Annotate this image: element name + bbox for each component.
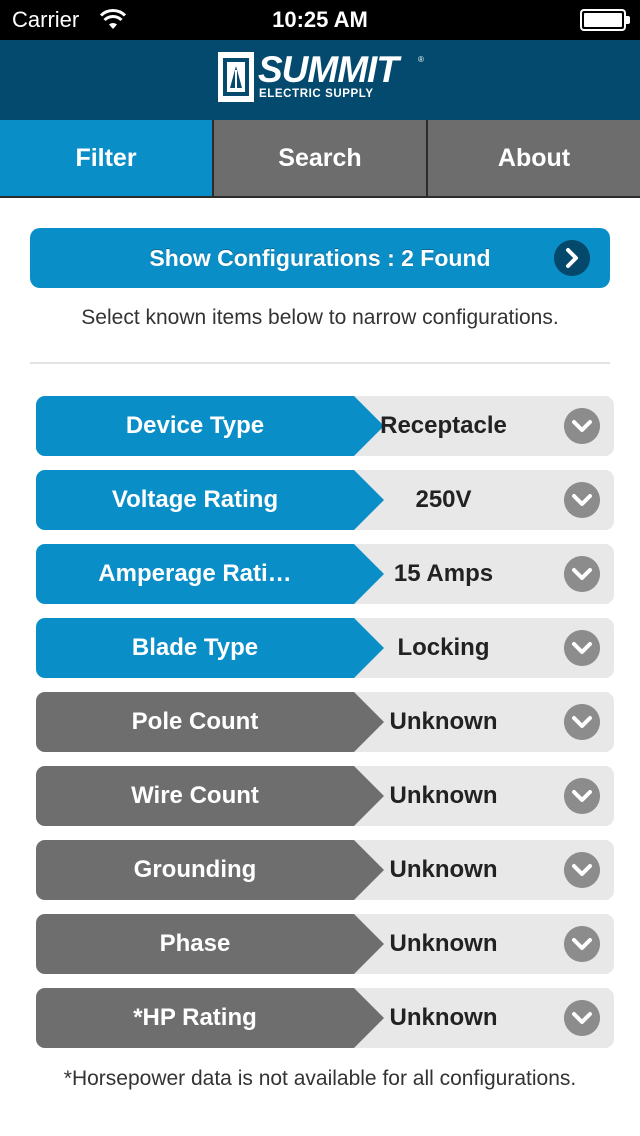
logo-name: SUMMIT	[258, 49, 399, 90]
summit-logo: SUMMIT ® ELECTRIC SUPPLY	[218, 49, 424, 106]
filter-row-device-type[interactable]: Device Type Receptacle	[36, 396, 614, 456]
chevron-down-icon[interactable]	[564, 852, 600, 888]
instruction-text: Select known items below to narrow confi…	[81, 306, 559, 329]
filter-label: Grounding	[36, 840, 354, 900]
footnote: *Horsepower data is not available for al…	[63, 1067, 577, 1090]
chevron-down-icon[interactable]	[564, 926, 600, 962]
filter-row-wire-count[interactable]: Wire Count Unknown	[36, 766, 614, 826]
filter-value: 15 Amps	[393, 560, 494, 587]
filter-row-amperage-rating[interactable]: Amperage Rati… 15 Amps	[36, 544, 614, 604]
logo-registered-mark: ®	[418, 55, 424, 64]
filter-label: Voltage Rating	[36, 470, 354, 530]
filter-row-phase[interactable]: Phase Unknown	[36, 914, 614, 974]
chevron-down-icon[interactable]	[564, 1000, 600, 1036]
filter-row-blade-type[interactable]: Blade Type Locking	[36, 618, 614, 678]
filter-value: Receptacle	[380, 412, 507, 439]
show-configurations-label: Show Configurations : 2 Found	[149, 244, 491, 271]
filter-row-grounding[interactable]: Grounding Unknown	[36, 840, 614, 900]
filter-label: Amperage Rati…	[36, 544, 354, 604]
filter-label: Device Type	[36, 396, 354, 456]
filter-value: Unknown	[389, 708, 498, 735]
status-time: 10:25 AM	[272, 7, 368, 32]
show-configurations-button[interactable]: Show Configurations : 2 Found	[30, 228, 610, 288]
status-bar: Carrier 10:25 AM	[0, 0, 640, 40]
tab-bar: Filter Search About	[0, 120, 640, 198]
divider	[30, 362, 610, 364]
summit-logo-mark-icon	[218, 52, 254, 102]
filter-value: Unknown	[389, 856, 498, 883]
tab-about[interactable]: About	[428, 120, 640, 196]
battery-icon	[580, 9, 630, 31]
chevron-down-icon[interactable]	[564, 778, 600, 814]
filter-value: 250V	[415, 486, 472, 513]
filter-label: Wire Count	[36, 766, 354, 826]
filter-row-pole-count[interactable]: Pole Count Unknown	[36, 692, 614, 752]
filter-label: *HP Rating	[36, 988, 354, 1048]
chevron-down-icon[interactable]	[564, 482, 600, 518]
tab-filter[interactable]: Filter	[0, 120, 212, 196]
chevron-down-icon[interactable]	[564, 704, 600, 740]
filter-value: Locking	[397, 634, 490, 661]
filter-label: Phase	[36, 914, 354, 974]
filter-list: Device Type Receptacle Voltage Rating 25…	[36, 396, 614, 1062]
filter-label: Blade Type	[36, 618, 354, 678]
filter-value: Unknown	[389, 1004, 498, 1031]
tab-search[interactable]: Search	[214, 120, 426, 196]
filter-row-hp-rating[interactable]: *HP Rating Unknown	[36, 988, 614, 1048]
chevron-down-icon[interactable]	[564, 408, 600, 444]
app-header: SUMMIT ® ELECTRIC SUPPLY	[0, 40, 640, 120]
chevron-down-icon[interactable]	[564, 630, 600, 666]
chevron-right-icon	[554, 240, 590, 276]
filter-label: Pole Count	[36, 692, 354, 752]
logo-subtitle: ELECTRIC SUPPLY	[259, 88, 374, 100]
filter-row-voltage-rating[interactable]: Voltage Rating 250V	[36, 470, 614, 530]
filter-value: Unknown	[389, 782, 498, 809]
filter-value: Unknown	[389, 930, 498, 957]
chevron-down-icon[interactable]	[564, 556, 600, 592]
